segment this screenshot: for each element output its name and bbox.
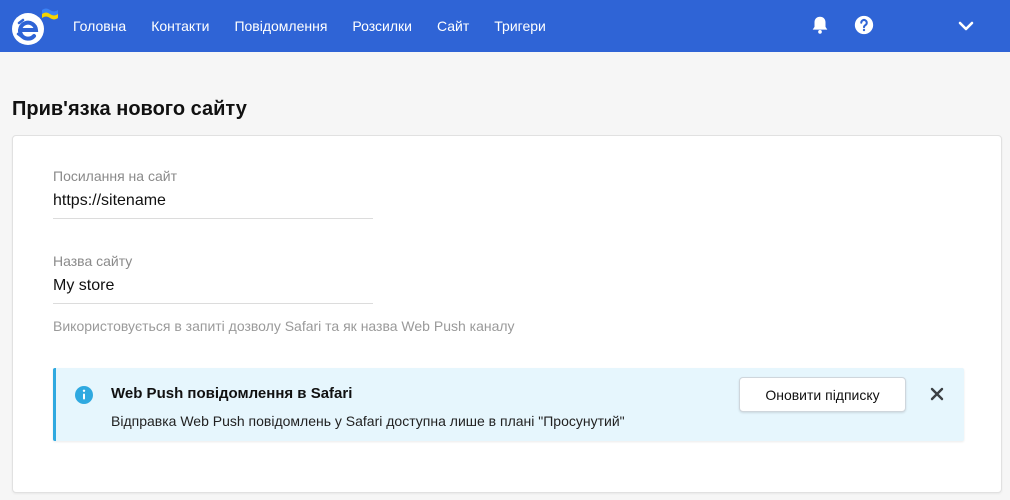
nav-item-home[interactable]: Головна	[73, 18, 126, 34]
site-name-label: Назва сайту	[53, 253, 133, 269]
alert-text: Відправка Web Push повідомлень у Safari …	[111, 413, 625, 429]
esputnik-logo-icon[interactable]	[10, 6, 60, 46]
site-name-input[interactable]	[53, 276, 373, 296]
chevron-down-icon[interactable]	[956, 16, 976, 36]
upgrade-subscription-button[interactable]: Оновити підписку	[739, 377, 906, 412]
site-name-underline	[53, 303, 373, 304]
safari-webpush-alert: Web Push повідомлення в Safari Відправка…	[53, 368, 964, 441]
nav-item-messages[interactable]: Повідомлення	[234, 18, 327, 34]
site-url-label: Посилання на сайт	[53, 168, 177, 184]
site-name-hint: Використовується в запиті дозволу Safari…	[53, 318, 515, 334]
close-icon[interactable]	[929, 386, 945, 402]
main-nav: Головна Контакти Повідомлення Розсилки С…	[73, 0, 571, 52]
page-title: Прив'язка нового сайту	[12, 98, 247, 120]
nav-item-campaigns[interactable]: Розсилки	[352, 18, 412, 34]
top-navigation-bar: Головна Контакти Повідомлення Розсилки С…	[0, 0, 1010, 52]
nav-item-site[interactable]: Сайт	[437, 18, 469, 34]
info-icon	[75, 386, 93, 404]
alert-title: Web Push повідомлення в Safari	[111, 385, 353, 402]
site-url-input[interactable]	[53, 191, 373, 211]
site-url-field: Посилання на сайт	[53, 167, 373, 219]
help-icon[interactable]	[853, 14, 875, 36]
site-url-underline	[53, 218, 373, 219]
bell-icon[interactable]	[809, 14, 831, 36]
site-name-field: Назва сайту	[53, 252, 373, 304]
site-form-card: Посилання на сайт Назва сайту Використов…	[12, 135, 1002, 493]
nav-item-contacts[interactable]: Контакти	[151, 18, 209, 34]
nav-item-triggers[interactable]: Тригери	[494, 18, 546, 34]
